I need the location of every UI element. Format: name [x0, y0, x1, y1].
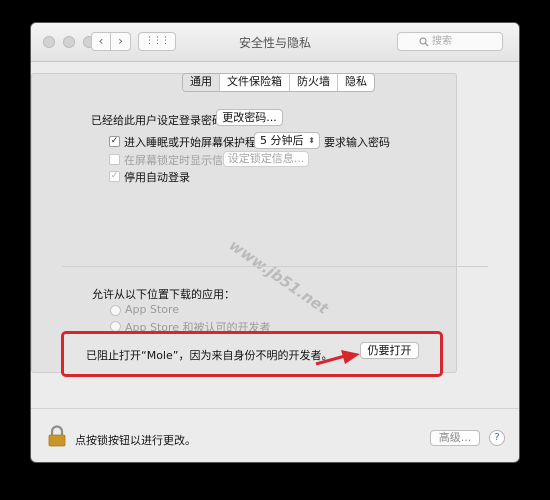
red-arrow-annotation [315, 350, 360, 366]
